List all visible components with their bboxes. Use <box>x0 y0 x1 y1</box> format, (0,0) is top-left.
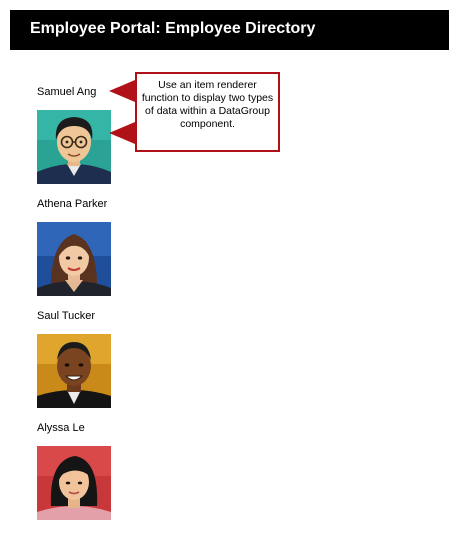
employee-photo <box>37 446 111 520</box>
employee-name: Athena Parker <box>37 198 108 210</box>
employee-photo-icon <box>37 334 111 408</box>
employee-photo-icon <box>37 446 111 520</box>
employee-name: Samuel Ang <box>37 86 97 98</box>
employee-photo <box>37 222 111 296</box>
employee-photo <box>37 110 111 184</box>
employee-photo <box>37 334 111 408</box>
employee-name: Alyssa Le <box>37 422 85 434</box>
employee-photo-icon <box>37 110 111 184</box>
employee-photo-icon <box>37 222 111 296</box>
employee-name: Saul Tucker <box>37 310 96 322</box>
annotation-callout: Use an item renderer function to display… <box>135 72 280 152</box>
callout-text: Use an item renderer function to display… <box>141 79 274 130</box>
